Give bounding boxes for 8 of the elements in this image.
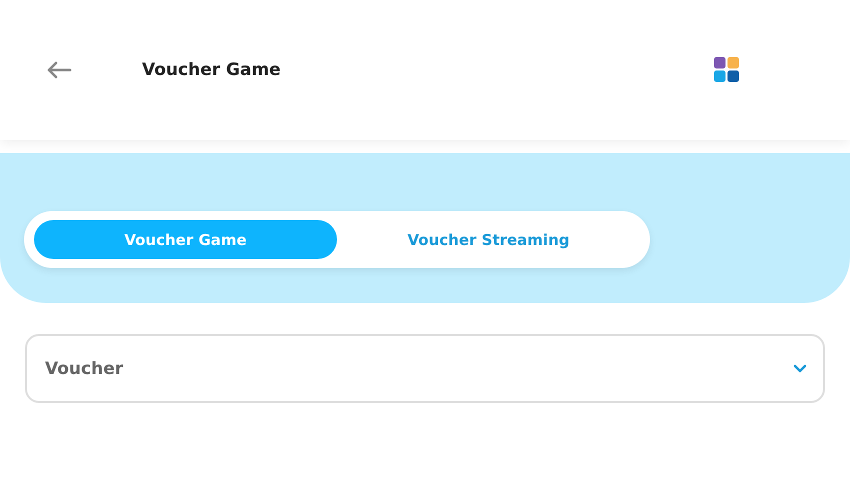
app-grid-icon[interactable] [714,57,740,83]
page-title: Voucher Game [142,60,282,80]
tab[interactable]: Voucher Streaming [337,220,640,259]
back-arrow-icon[interactable] [46,61,72,79]
tab[interactable]: Voucher Game [34,220,337,259]
dropdown-placeholder: Voucher [45,358,124,378]
voucher-dropdown[interactable]: Voucher [25,334,825,403]
chevron-down-icon [793,364,807,373]
